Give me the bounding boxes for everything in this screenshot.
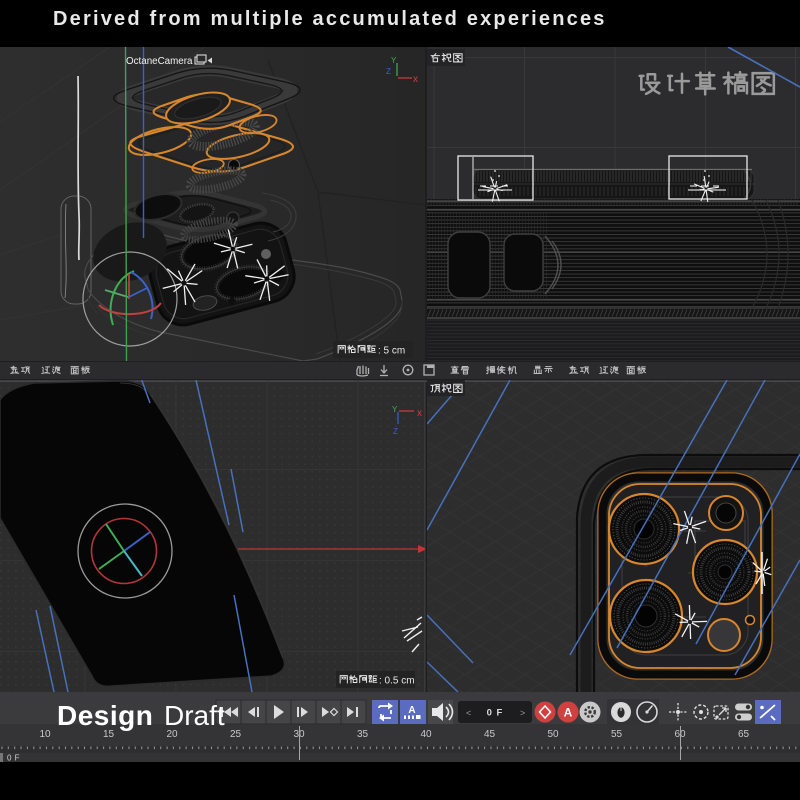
svg-text:>: > bbox=[520, 708, 525, 718]
svg-text:Y: Y bbox=[392, 405, 398, 414]
svg-text:50: 50 bbox=[547, 729, 559, 740]
svg-text:: 5 cm: : 5 cm bbox=[378, 346, 405, 357]
svg-text:25: 25 bbox=[230, 729, 242, 740]
svg-text:40: 40 bbox=[420, 729, 432, 740]
svg-text:10: 10 bbox=[39, 729, 51, 740]
svg-text:Design: Design bbox=[57, 700, 153, 731]
svg-text:Z: Z bbox=[386, 67, 391, 76]
svg-text:x: x bbox=[417, 408, 422, 419]
svg-text:45: 45 bbox=[484, 729, 496, 740]
svg-text:x: x bbox=[413, 74, 418, 85]
svg-text:Derived from multiple accumula: Derived from multiple accumulated experi… bbox=[53, 8, 607, 30]
svg-text:0 F: 0 F bbox=[7, 754, 20, 763]
svg-text:0 F: 0 F bbox=[487, 708, 504, 719]
svg-text:65: 65 bbox=[738, 729, 750, 740]
svg-text:A: A bbox=[564, 706, 573, 720]
svg-text:: 0.5 cm: : 0.5 cm bbox=[379, 676, 415, 687]
svg-text:<: < bbox=[466, 708, 471, 718]
svg-text:A: A bbox=[408, 705, 415, 716]
svg-text:35: 35 bbox=[357, 729, 369, 740]
svg-text:Z: Z bbox=[393, 427, 398, 436]
svg-text:Y: Y bbox=[391, 56, 397, 65]
svg-text:OctaneCamera: OctaneCamera bbox=[126, 56, 193, 67]
svg-text:15: 15 bbox=[103, 729, 115, 740]
svg-text:Draft: Draft bbox=[164, 700, 225, 731]
svg-text:55: 55 bbox=[611, 729, 623, 740]
svg-text:20: 20 bbox=[166, 729, 178, 740]
